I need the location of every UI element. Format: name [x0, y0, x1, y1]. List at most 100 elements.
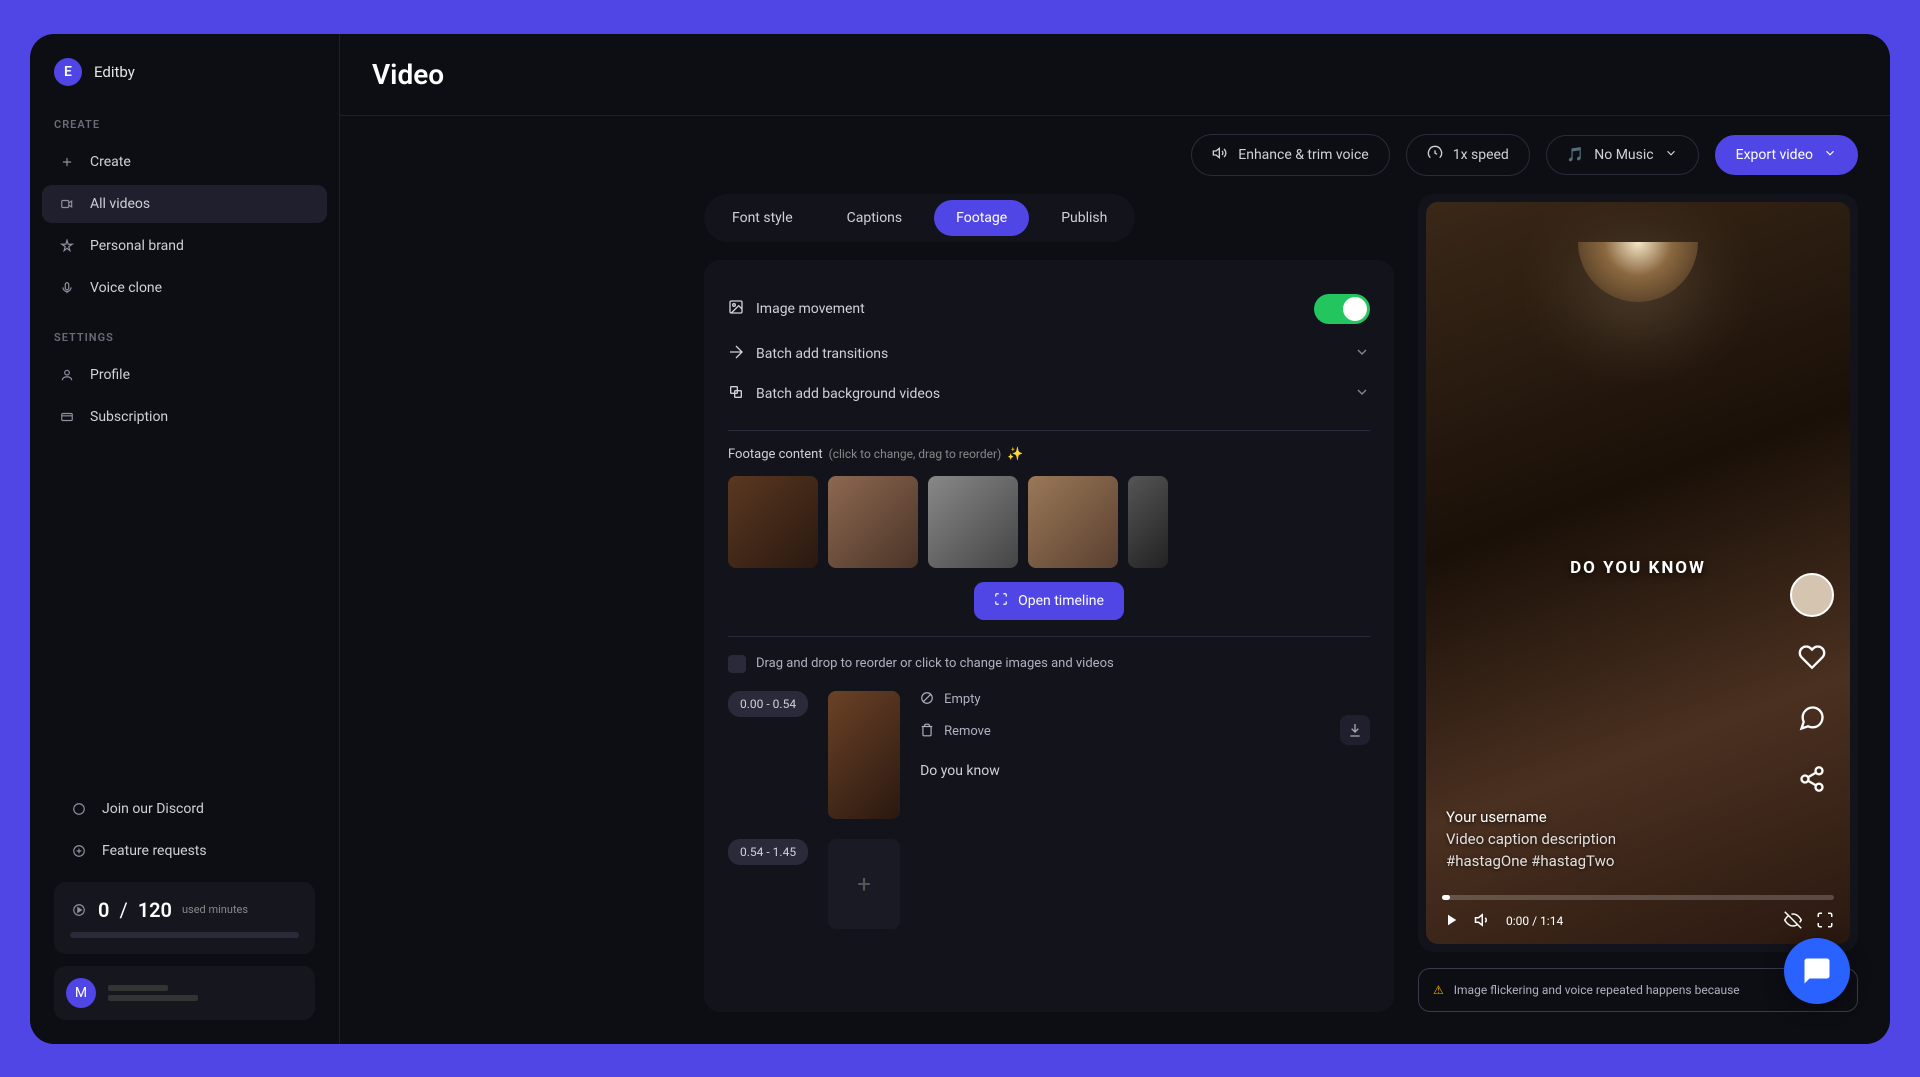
setting-label: Batch add background videos	[756, 386, 940, 402]
sidebar-item-all-videos[interactable]: All videos	[42, 185, 327, 223]
heart-icon[interactable]	[1798, 643, 1826, 678]
editor-tabs: Font style Captions Footage Publish	[704, 194, 1135, 242]
sidebar-item-discord[interactable]: Join our Discord	[54, 790, 315, 828]
sidebar-item-label: Feature requests	[102, 843, 207, 859]
speed-button[interactable]: 1x speed	[1406, 134, 1530, 176]
video-preview: DO YOU KNOW Your username Video caption …	[1418, 194, 1858, 952]
sidebar-item-label: Voice clone	[90, 280, 162, 296]
footage-title: Footage content	[728, 447, 823, 462]
volume-button[interactable]	[1474, 911, 1492, 932]
clip-time: 0.00 - 0.54	[728, 691, 808, 717]
fullscreen-button[interactable]	[1816, 911, 1834, 932]
play-icon	[70, 901, 88, 919]
sidebar-item-label: Subscription	[90, 409, 168, 425]
plus-icon	[58, 153, 76, 171]
sidebar-item-profile[interactable]: Profile	[42, 356, 327, 394]
usage-total: 120	[138, 898, 172, 922]
export-button[interactable]: Export video	[1715, 135, 1858, 175]
footage-thumbnail[interactable]	[828, 476, 918, 568]
sidebar-item-label: Create	[90, 154, 131, 170]
page-title: Video	[372, 58, 444, 91]
play-button[interactable]	[1442, 911, 1460, 932]
user-menu[interactable]: M	[54, 966, 315, 1020]
usage-used: 0	[98, 898, 109, 922]
usage-unit: used minutes	[182, 903, 248, 916]
transitions-icon	[728, 344, 744, 364]
button-label: 1x speed	[1453, 147, 1509, 163]
card-icon	[58, 408, 76, 426]
usage-card: 0 / 120 used minutes	[54, 882, 315, 954]
user-avatar: M	[66, 978, 96, 1008]
clip-caption: Do you know	[920, 763, 1320, 779]
music-button[interactable]: 🎵 No Music	[1546, 135, 1699, 175]
app-logo-badge: E	[54, 58, 82, 86]
warning-text: Image flickering and voice repeated happ…	[1454, 983, 1740, 997]
drag-hint-text: Drag and drop to reorder or click to cha…	[756, 656, 1114, 671]
video-icon	[58, 195, 76, 213]
clip-time: 0.54 - 1.45	[728, 839, 808, 865]
chat-icon	[70, 800, 88, 818]
gauge-icon	[1427, 145, 1443, 165]
footage-thumbnail[interactable]	[1028, 476, 1118, 568]
plus-circle-icon	[70, 842, 88, 860]
clip-add-button[interactable]: +	[828, 839, 900, 929]
create-section-label: CREATE	[30, 118, 339, 143]
setting-label: Batch add transitions	[756, 346, 888, 362]
clip-thumbnail[interactable]	[828, 691, 900, 819]
enhance-voice-button[interactable]: Enhance & trim voice	[1191, 134, 1389, 176]
chat-fab[interactable]	[1784, 938, 1850, 1004]
user-icon	[58, 366, 76, 384]
app-logo-text: Editby	[94, 63, 135, 81]
setting-label: Image movement	[756, 301, 865, 317]
footage-thumbnail[interactable]	[1128, 476, 1168, 568]
sidebar-item-voice-clone[interactable]: Voice clone	[42, 269, 327, 307]
preview-description: Video caption description	[1446, 830, 1616, 848]
image-icon	[728, 299, 744, 319]
image-movement-toggle[interactable]	[1314, 294, 1370, 324]
footage-thumbnail[interactable]	[728, 476, 818, 568]
tab-captions[interactable]: Captions	[825, 200, 925, 236]
drag-badge-icon	[728, 655, 746, 673]
brand-icon	[58, 237, 76, 255]
sidebar-item-create[interactable]: Create	[42, 143, 327, 181]
open-timeline-button[interactable]: Open timeline	[974, 582, 1124, 620]
settings-section-label: SETTINGS	[30, 331, 339, 356]
tab-publish[interactable]: Publish	[1039, 200, 1129, 236]
clip-download-button[interactable]	[1340, 715, 1370, 745]
sidebar-item-label: Join our Discord	[102, 801, 204, 817]
sidebar-item-label: All videos	[90, 196, 150, 212]
button-label: Enhance & trim voice	[1238, 147, 1368, 163]
warning-icon: ⚠	[1433, 983, 1444, 997]
preview-username: Your username	[1446, 808, 1616, 826]
footage-hint: (click to change, drag to reorder)	[829, 447, 1002, 461]
sidebar-item-feature-requests[interactable]: Feature requests	[54, 832, 315, 870]
tab-font-style[interactable]: Font style	[710, 200, 815, 236]
share-icon[interactable]	[1798, 765, 1826, 800]
chevron-down-icon[interactable]	[1354, 384, 1370, 404]
button-label: Export video	[1736, 147, 1813, 163]
tab-footage[interactable]: Footage	[934, 200, 1029, 236]
button-label: No Music	[1594, 147, 1653, 163]
trash-icon	[920, 723, 934, 741]
clip-remove-button[interactable]: Remove	[920, 723, 1320, 741]
preview-hashtags: #hastagOne #hastagTwo	[1446, 852, 1616, 870]
sidebar-item-label: Profile	[90, 367, 130, 383]
usage-sep: /	[119, 898, 127, 922]
preview-caption: DO YOU KNOW	[1570, 558, 1706, 578]
clip-row: 0.00 - 0.54 Empty Remove Do you kn	[728, 691, 1370, 819]
clip-empty-button[interactable]: Empty	[920, 691, 1320, 709]
layers-icon	[728, 384, 744, 404]
preview-avatar[interactable]	[1790, 573, 1834, 617]
visibility-icon[interactable]	[1784, 911, 1802, 932]
video-time: 0:00 / 1:14	[1506, 914, 1563, 928]
sidebar-item-label: Personal brand	[90, 238, 184, 254]
chevron-down-icon[interactable]	[1354, 344, 1370, 364]
sidebar-item-subscription[interactable]: Subscription	[42, 398, 327, 436]
sidebar-item-personal-brand[interactable]: Personal brand	[42, 227, 327, 265]
empty-icon	[920, 691, 934, 709]
clip-row: 0.54 - 1.45 +	[728, 839, 1370, 929]
comment-icon[interactable]	[1798, 704, 1826, 739]
expand-icon	[994, 592, 1008, 610]
action-label: Empty	[944, 692, 981, 707]
footage-thumbnail[interactable]	[928, 476, 1018, 568]
